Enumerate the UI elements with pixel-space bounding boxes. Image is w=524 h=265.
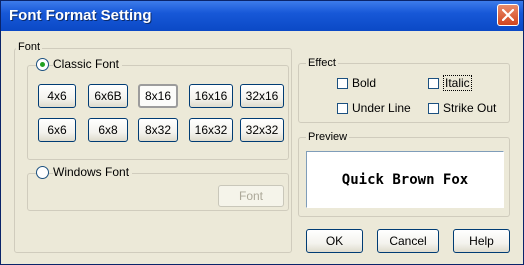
windows-font-radio[interactable] [36,166,49,179]
classic-font-label[interactable]: Classic Font [53,57,123,71]
size-button-6x8[interactable]: 6x8 [88,118,128,142]
size-button-6x6[interactable]: 6x6 [38,118,76,142]
close-icon [502,9,514,21]
preview-box: Quick Brown Fox [306,151,504,208]
size-button-8x32[interactable]: 8x32 [138,118,178,142]
font-format-dialog: Font Format Setting Font Classic Font 4x… [0,0,524,265]
size-button-32x16[interactable]: 32x16 [240,84,284,108]
size-button-8x16[interactable]: 8x16 [138,84,178,108]
classic-font-radio[interactable] [36,58,49,71]
close-button[interactable] [497,4,519,26]
effect-group-legend: Effect [306,57,338,69]
size-button-16x16[interactable]: 16x16 [189,84,233,108]
help-button[interactable]: Help [453,229,510,253]
bold-checkbox[interactable] [337,78,348,89]
italic-checkbox[interactable] [428,78,439,89]
size-button-4x6[interactable]: 4x6 [38,84,76,108]
size-button-32x32[interactable]: 32x32 [240,118,284,142]
underline-checkbox[interactable] [337,103,348,114]
preview-group-legend: Preview [306,131,350,143]
strikeout-checkbox[interactable] [428,103,439,114]
classic-font-group [27,65,289,160]
font-button[interactable]: Font [218,185,284,207]
size-button-16x32[interactable]: 16x32 [189,118,233,142]
underline-label[interactable]: Under Line [352,101,411,115]
windows-font-label[interactable]: Windows Font [53,165,133,179]
font-group-legend: Font [16,41,43,53]
cancel-button[interactable]: Cancel [377,229,439,253]
ok-button[interactable]: OK [306,229,363,253]
size-button-6x6b[interactable]: 6x6B [88,84,128,108]
bold-label[interactable]: Bold [352,76,376,90]
strikeout-label[interactable]: Strike Out [443,101,496,115]
title-bar[interactable]: Font Format Setting [1,1,523,31]
preview-text: Quick Brown Fox [341,172,469,188]
italic-label[interactable]: Italic [443,75,472,91]
dialog-title: Font Format Setting [9,7,152,24]
